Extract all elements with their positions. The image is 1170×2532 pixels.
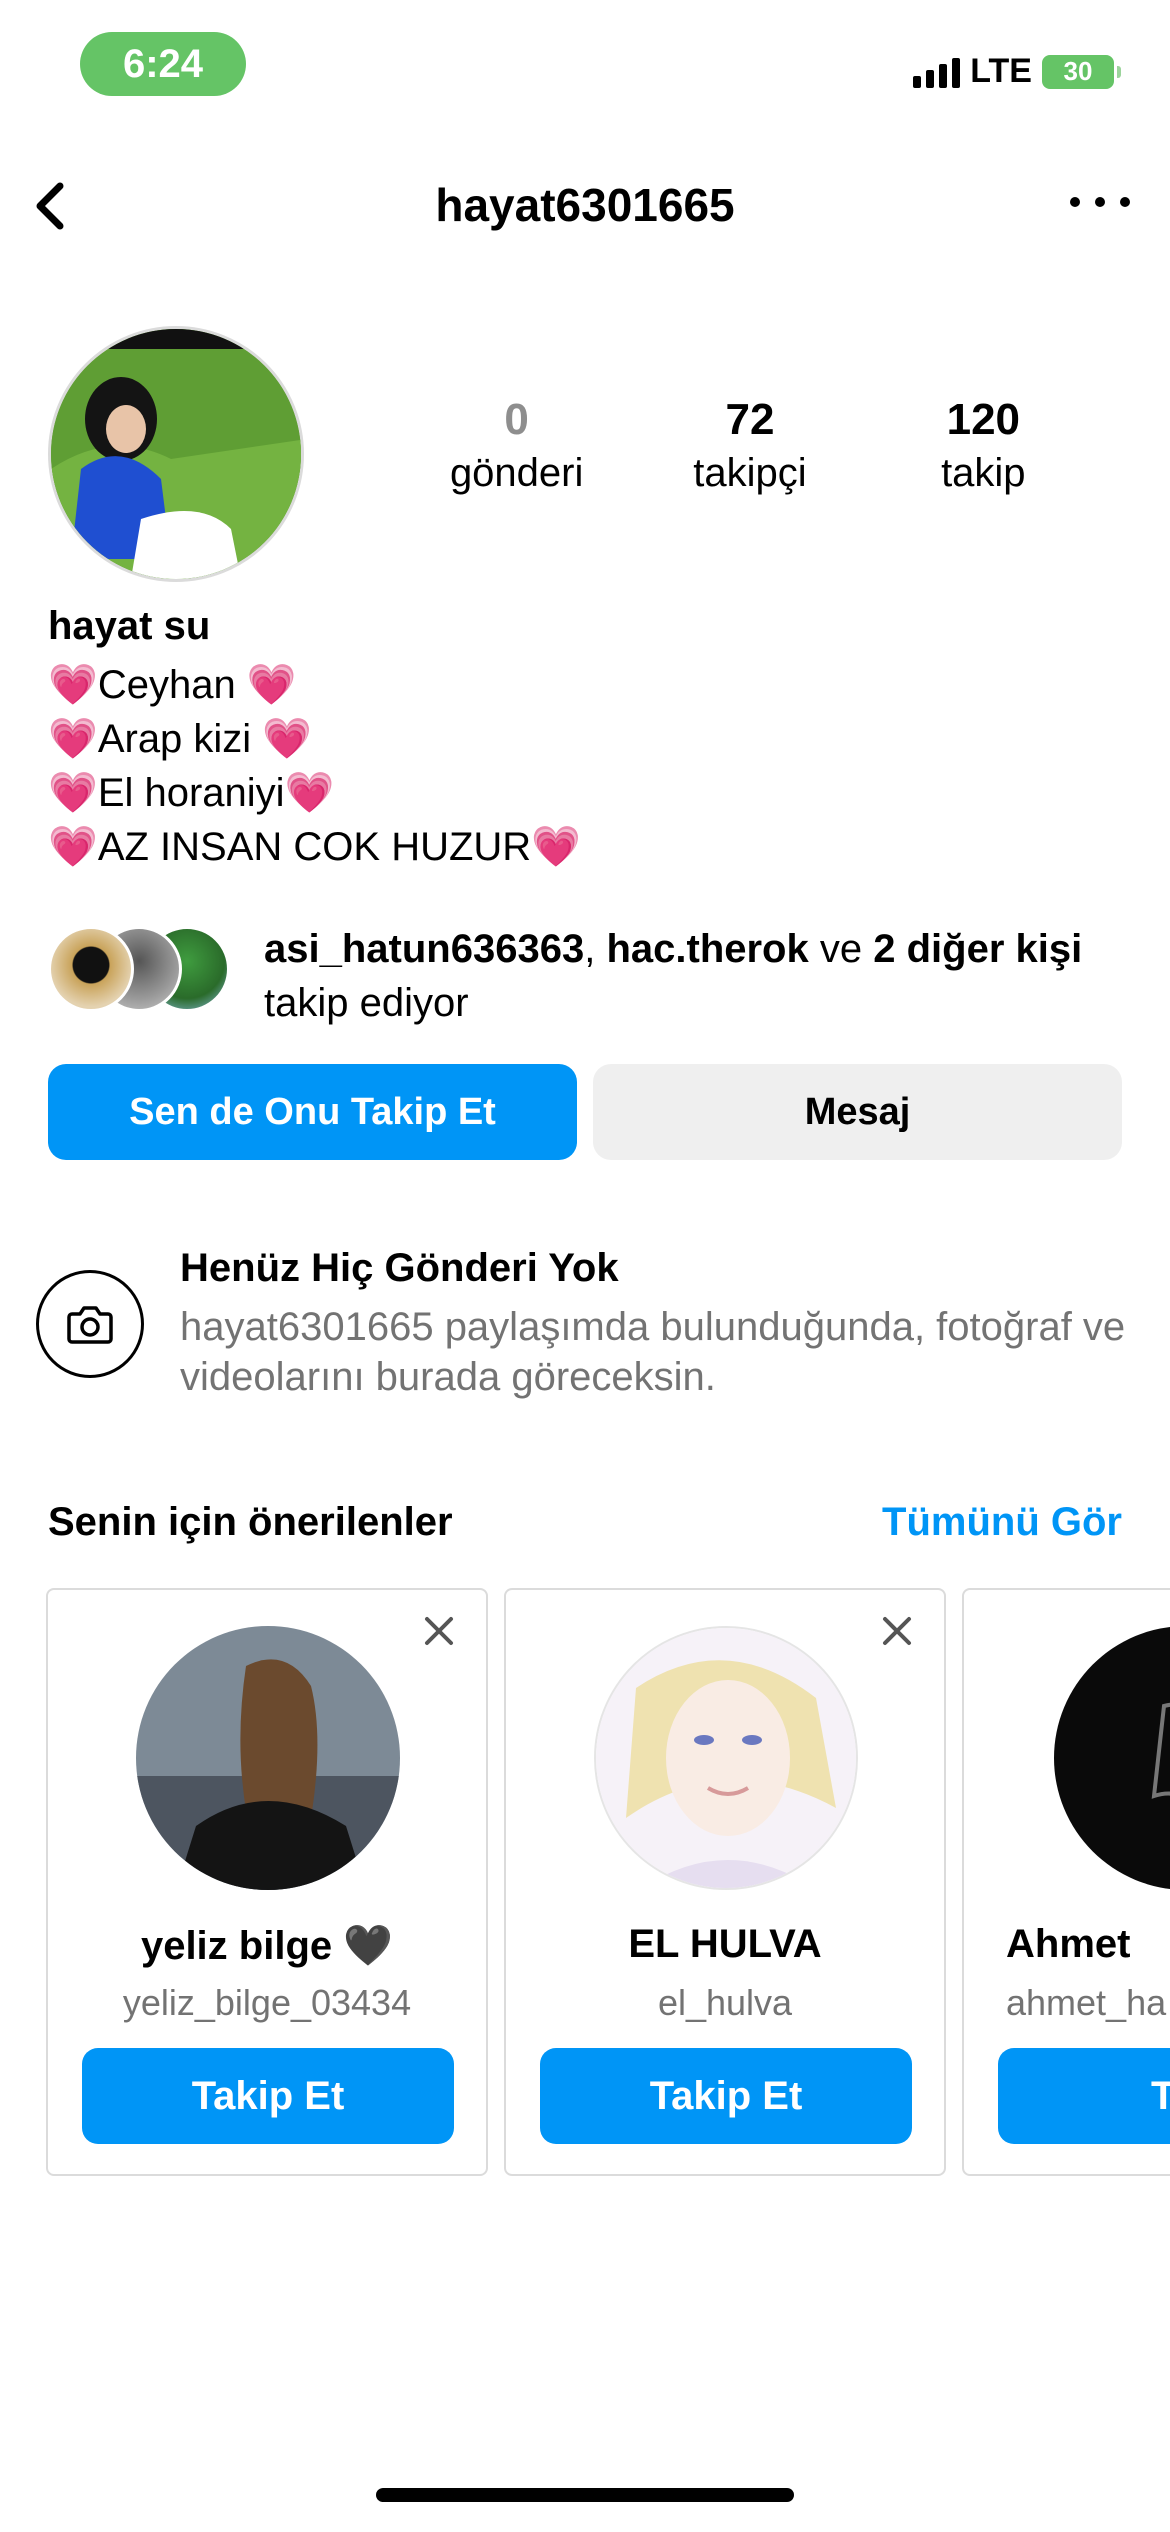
mutual-avatars — [48, 926, 248, 1012]
bio-line: 💗El horaniyi💗 — [48, 766, 1128, 820]
heart-icon: 💗 — [262, 717, 313, 761]
bio-text: Arap kizi — [97, 717, 252, 761]
conjunction: ve — [819, 927, 863, 971]
avatar-photo — [51, 329, 301, 579]
avatar[interactable] — [1054, 1626, 1170, 1890]
heart-icon: 💗 — [48, 717, 98, 761]
profile-avatar[interactable] — [48, 326, 304, 582]
mutual-user[interactable]: hac.therok — [606, 927, 808, 971]
no-posts-description: hayat6301665 paylaşımda bulunduğunda, fo… — [180, 1305, 1126, 1399]
suggestion-card: yeliz bilge 🖤 yeliz_bilge_03434 Takip Et — [46, 1588, 488, 2176]
page-title: hayat6301665 — [435, 179, 735, 231]
avatar[interactable] — [594, 1626, 858, 1890]
follow-button[interactable]: Sen de Onu Takip Et — [48, 1064, 577, 1160]
avatar — [48, 926, 134, 1012]
battery-level: 30 — [1063, 56, 1093, 86]
bio-text: AZ INSAN COK HUZUR — [97, 825, 532, 869]
heart-icon: 💗 — [48, 771, 98, 815]
follow-suggestion-button[interactable]: Takip Et — [82, 2048, 454, 2144]
stat-value: 72 — [725, 395, 775, 444]
network-label: LTE — [970, 52, 1032, 90]
more-options-icon[interactable] — [1070, 182, 1130, 222]
signal-icon — [913, 56, 961, 88]
close-icon[interactable] — [880, 1614, 914, 1648]
stat-label: takipçi — [693, 451, 807, 495]
heart-icon: 💗 — [48, 663, 98, 707]
no-posts-title: Henüz Hiç Gönderi Yok — [180, 1246, 619, 1290]
stat-following[interactable]: 120 takip — [867, 392, 1100, 498]
mutual-user[interactable]: asi_hatun636363 — [264, 927, 584, 971]
follow-suggestion-button[interactable]: Takip Et — [540, 2048, 912, 2144]
stat-label: gönderi — [449, 451, 584, 495]
suggestion-carousel[interactable]: yeliz bilge 🖤 yeliz_bilge_03434 Takip Et… — [46, 1588, 1170, 2178]
display-name: hayat su — [48, 604, 211, 648]
close-icon[interactable] — [422, 1614, 456, 1648]
suggestion-username: ahmet_ha — [1006, 1982, 1167, 2023]
profile-bio: 💗Ceyhan 💗 💗Arap kizi 💗 💗El horaniyi💗 💗AZ… — [48, 658, 1128, 874]
bio-text: El horaniyi — [97, 771, 285, 815]
action-buttons: Sen de Onu Takip Et Mesaj — [48, 1064, 1122, 1160]
profile-stats: 0 gönderi 72 takipçi 120 takip — [400, 392, 1100, 498]
avatar[interactable] — [136, 1626, 400, 1890]
stat-posts[interactable]: 0 gönderi — [400, 392, 633, 498]
stat-followers[interactable]: 72 takipçi — [633, 392, 866, 498]
no-posts-section: Henüz Hiç Gönderi Yok hayat6301665 payla… — [36, 1246, 1146, 1406]
follow-suggestion-button[interactable]: Tak — [998, 2048, 1170, 2144]
suggestion-name[interactable]: EL HULVA — [506, 1922, 944, 1967]
suggestion-username: el_hulva — [657, 1982, 793, 2023]
suggestions-header: Senin için önerilenler Tümünü Gör — [48, 1500, 1122, 1560]
heart-icon: 💗 — [284, 771, 335, 815]
mutual-others[interactable]: 2 diğer kişi — [873, 927, 1082, 971]
profile-header: hayat6301665 — [0, 160, 1170, 250]
separator: , — [584, 927, 596, 971]
stat-label: takip — [941, 451, 1026, 495]
followed-suffix: takip ediyor — [264, 981, 469, 1025]
heart-icon: 💗 — [531, 825, 581, 869]
followed-by[interactable]: asi_hatun636363, hac.therok ve 2 diğer k… — [48, 922, 1128, 1032]
status-indicators: LTE 30 — [913, 52, 1121, 91]
battery-icon: 30 — [1042, 54, 1121, 89]
suggestions-title: Senin için önerilenler — [48, 1500, 453, 1544]
suggestion-card: Ahmet ahmet_ha Tak — [962, 1588, 1170, 2176]
heart-icon: 💗 — [48, 825, 98, 869]
camera-icon — [36, 1270, 144, 1378]
stat-value: 120 — [946, 395, 1021, 444]
bio-text: Ceyhan — [97, 663, 236, 707]
bio-line: 💗Arap kizi 💗 — [48, 712, 1128, 766]
heart-icon: 💗 — [246, 663, 297, 707]
suggestion-card: EL HULVA el_hulva Takip Et — [504, 1588, 946, 2176]
status-time: 6:24 — [80, 32, 246, 96]
suggestion-name[interactable]: yeliz bilge 🖤 — [48, 1922, 486, 1969]
see-all-link[interactable]: Tümünü Gör — [882, 1500, 1122, 1545]
bio-line: 💗AZ INSAN COK HUZUR💗 — [48, 820, 1128, 874]
bio-line: 💗Ceyhan 💗 — [48, 658, 1128, 712]
stat-value: 0 — [504, 395, 529, 444]
suggestion-name[interactable]: Ahmet — [1006, 1922, 1170, 1967]
home-indicator[interactable] — [376, 2488, 794, 2502]
suggestion-username: yeliz_bilge_03434 — [122, 1982, 412, 2023]
message-button[interactable]: Mesaj — [593, 1064, 1122, 1160]
followed-by-text: asi_hatun636363, hac.therok ve 2 diğer k… — [264, 922, 1124, 1030]
status-bar: 6:24 LTE 30 — [0, 0, 1170, 140]
